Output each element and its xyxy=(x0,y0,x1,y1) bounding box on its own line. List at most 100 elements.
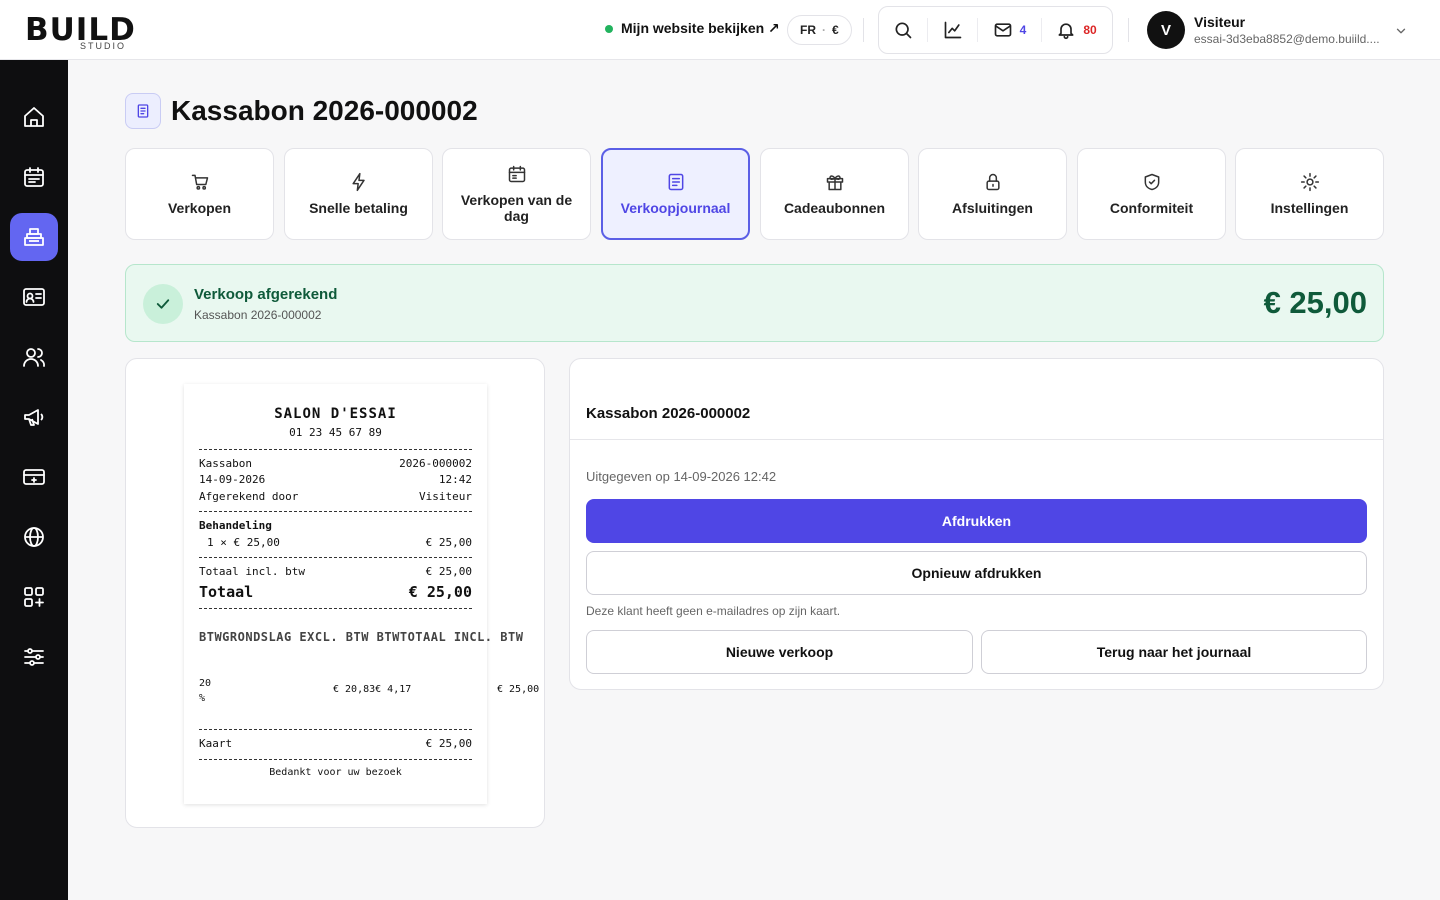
brand-logo[interactable]: BUILD STUDIO xyxy=(25,8,185,52)
contact-card-icon xyxy=(23,288,45,306)
receipt-divider xyxy=(199,511,472,512)
users-icon xyxy=(23,348,45,367)
tab-label: Cadeaubonnen xyxy=(783,200,886,216)
details-title: Kassabon 2026-000002 xyxy=(586,405,751,422)
success-check-badge xyxy=(143,284,183,324)
sidebar-item-clients[interactable] xyxy=(10,273,58,321)
receipt-payment-method: Kaart xyxy=(199,737,233,750)
view-website-link[interactable]: Mijn website bekijken ↗ xyxy=(605,20,780,37)
receipt-divider xyxy=(199,759,472,760)
payment-terminal-icon xyxy=(23,469,45,485)
document-icon xyxy=(668,173,683,191)
online-status-dot xyxy=(605,24,613,33)
bolt-icon xyxy=(351,172,365,192)
sidebar-item-website[interactable] xyxy=(10,513,58,561)
mail-count-badge: 4 xyxy=(1019,23,1027,37)
receipt-row-payment: Kaart € 25,00 xyxy=(199,737,472,750)
chart-line-icon xyxy=(944,21,961,39)
new-sale-button[interactable]: Nieuwe verkoop xyxy=(586,630,973,674)
success-amount: € 25,00 xyxy=(1263,285,1367,320)
avatar: V xyxy=(1147,11,1185,49)
back-to-journal-button[interactable]: Terug naar het journaal xyxy=(981,630,1367,674)
tab-verkoopjournaal[interactable]: Verkoopjournaal xyxy=(601,148,750,240)
success-subtitle: Kassabon 2026-000002 xyxy=(194,308,322,322)
receipt-divider xyxy=(199,608,472,609)
notifications-button[interactable]: 80 xyxy=(1041,18,1111,42)
receipt-row-datetime: 14-09-2026 12:42 xyxy=(199,473,472,486)
messages-button[interactable]: 4 xyxy=(977,18,1041,42)
sidebar-item-payments[interactable] xyxy=(10,453,58,501)
tab-label: Instellingen xyxy=(1270,200,1349,216)
receipt-section-label: Behandeling xyxy=(199,519,272,532)
chevron-down-icon[interactable] xyxy=(1394,24,1408,38)
receipt-ticket: SALON D'ESSAI 01 23 45 67 89 Kassabon 20… xyxy=(184,384,539,804)
receipt-total-label: Totaal xyxy=(199,583,254,601)
no-email-note: Deze klant heeft geen e-mailadres op zij… xyxy=(586,604,841,618)
tab-label: Verkoopjournaal xyxy=(620,200,731,216)
receipt-row-cashier: Afgerekend door Visiteur xyxy=(199,490,472,503)
tab-conformiteit[interactable]: Conformiteit xyxy=(1077,148,1226,240)
shield-check-icon xyxy=(1144,173,1159,191)
search-button[interactable] xyxy=(879,7,927,53)
receipt-line-amount: € 25,00 xyxy=(425,536,472,549)
language-code: FR xyxy=(800,23,816,37)
check-icon xyxy=(156,299,170,309)
receipt-total-value: € 25,00 xyxy=(408,583,472,601)
register-icon xyxy=(24,228,44,246)
print-button[interactable]: Afdrukken xyxy=(586,499,1367,543)
receipt-value: 2026-000002 xyxy=(399,457,472,470)
receipt-line-qty: 1 × € 25,00 xyxy=(207,536,280,549)
currency-symbol: € xyxy=(832,23,839,37)
sidebar-item-register[interactable] xyxy=(10,213,58,261)
tab-instellingen[interactable]: Instellingen xyxy=(1235,148,1384,240)
receipt-time: 12:42 xyxy=(438,473,472,486)
receipt-label: Afgerekend door xyxy=(199,490,299,503)
tab-cadeaubonnen[interactable]: Cadeaubonnen xyxy=(760,148,909,240)
user-name: Visiteur xyxy=(1194,14,1246,30)
tab-label: Afsluitingen xyxy=(952,200,1033,216)
receipt-line-item: 1 × € 25,00 € 25,00 xyxy=(199,536,472,549)
receipt-vat-rate: 20 % xyxy=(199,678,212,704)
receipt-value: Visiteur xyxy=(419,490,472,503)
receipt-vat-amounts: € 20,83€ 4,17 xyxy=(333,684,412,695)
sale-success-banner: Verkoop afgerekend Kassabon 2026-000002 … xyxy=(125,264,1384,342)
search-icon xyxy=(895,22,912,39)
tab-label: Snelle betaling xyxy=(309,200,408,216)
tab-verkopen[interactable]: Verkopen xyxy=(125,148,274,240)
sidebar-item-agenda[interactable] xyxy=(10,153,58,201)
sidebar-item-marketing[interactable] xyxy=(10,393,58,441)
apps-icon xyxy=(24,587,44,607)
tab-snelle-betaling[interactable]: Snelle betaling xyxy=(284,148,433,240)
statistics-button[interactable] xyxy=(927,18,977,42)
sidebar xyxy=(0,60,68,900)
megaphone-icon xyxy=(24,409,44,426)
tab-afsluitingen[interactable]: Afsluitingen xyxy=(918,148,1067,240)
user-info: Visiteur essai-3d3eba8852@demo.buiild...… xyxy=(1194,14,1380,46)
register-tabs: Verkopen Snelle betaling Verkopen van de… xyxy=(125,148,1384,240)
user-menu[interactable]: V Visiteur essai-3d3eba8852@demo.buiild.… xyxy=(1147,11,1380,49)
user-email: essai-3d3eba8852@demo.buiild.... xyxy=(1194,32,1380,46)
receipt-thanks: Bedankt voor uw bezoek xyxy=(269,767,402,778)
bell-icon xyxy=(1058,23,1074,40)
receipt-date: 14-09-2026 xyxy=(199,473,266,486)
tab-label: Conformiteit xyxy=(1109,200,1194,216)
details-divider xyxy=(570,439,1383,440)
reprint-button[interactable]: Opnieuw afdrukken xyxy=(586,551,1367,595)
topbar-divider xyxy=(863,18,864,42)
success-title: Verkoop afgerekend xyxy=(194,286,338,303)
top-bar: BUILD STUDIO Mijn website bekijken ↗ FR … xyxy=(0,0,1440,60)
pill-separator: · xyxy=(822,23,826,37)
receipt-vat-header: BTWGRONDSLAG EXCL. BTW BTWTOTAAL INCL. B… xyxy=(199,630,524,644)
tab-verkopen-van-de-dag[interactable]: Verkopen van de dag xyxy=(442,148,591,240)
sidebar-item-team[interactable] xyxy=(10,333,58,381)
receipt-shop-name: SALON D'ESSAI xyxy=(274,406,397,422)
cart-icon xyxy=(191,174,208,190)
receipt-divider xyxy=(199,449,472,450)
sidebar-item-home[interactable] xyxy=(10,93,58,141)
sidebar-item-settings[interactable] xyxy=(10,633,58,681)
receipt-section-title: Behandeling xyxy=(199,519,472,532)
sidebar-item-apps[interactable] xyxy=(10,573,58,621)
receipt-payment-amount: € 25,00 xyxy=(425,737,472,750)
language-currency-selector[interactable]: FR · € xyxy=(787,15,852,45)
receipt-divider xyxy=(199,557,472,558)
